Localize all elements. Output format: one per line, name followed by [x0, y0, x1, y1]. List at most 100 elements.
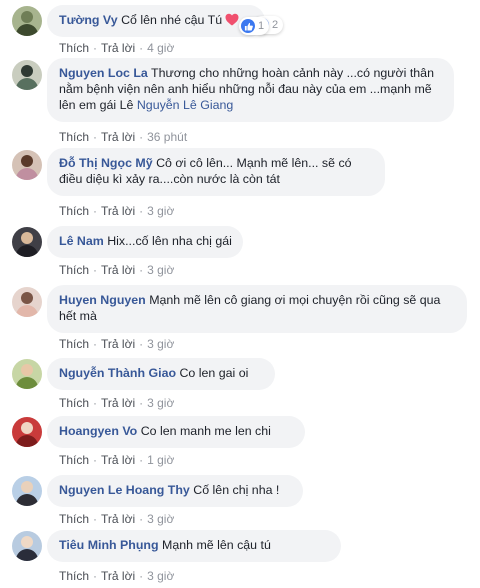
comment-timestamp[interactable]: 4 giờ [147, 41, 174, 55]
comment-actions: Thích · Trả lời · 36 phút [59, 130, 187, 144]
comment-bubble: Huyen Nguyen Mạnh mẽ lên cô giang ơi mọi… [47, 285, 467, 333]
comment-item: Nguyen Le Hoang Thy Cố lên chị nha ! Thíc… [0, 475, 480, 530]
comment-timestamp[interactable]: 3 giờ [147, 263, 174, 277]
like-link[interactable]: Thích [59, 396, 89, 410]
comment-text: Mạnh mẽ lên cậu tú [162, 538, 271, 552]
avatar[interactable] [12, 150, 42, 180]
separator-dot: · [93, 130, 98, 144]
comment-timestamp[interactable]: 1 giờ [147, 453, 174, 467]
separator-dot: · [93, 337, 98, 351]
comment-actions: Thích · Trả lời · 4 giờ [59, 41, 174, 55]
comment-actions: Thích · Trả lời · 3 giờ [59, 204, 174, 218]
separator-dot: · [139, 204, 144, 218]
separator-dot: · [139, 130, 144, 144]
like-link[interactable]: Thích [59, 512, 89, 526]
comment-item: Lê Nam Hix...cố lên nha chị gái Thích · Trả… [0, 226, 480, 281]
comment-actions: Thích · Trả lời · 3 giờ [59, 396, 174, 410]
comment-item: Đỗ Thị Ngọc Mỹ Cô ơi cô lên... Mạnh mẽ l… [0, 148, 480, 222]
avatar[interactable] [12, 359, 42, 389]
comment-timestamp[interactable]: 3 giờ [147, 204, 174, 218]
avatar[interactable] [12, 417, 42, 447]
reply-link[interactable]: Trả lời [101, 337, 135, 351]
avatar[interactable] [12, 531, 42, 561]
comment-timestamp[interactable]: 3 giờ [147, 569, 174, 583]
comment-list: Tường Vy Cổ lên nhé cậu Tú Thích · Trả lời ·… [0, 0, 480, 588]
comment-author[interactable]: Nguyen Le Hoang Thy [59, 483, 190, 497]
separator-dot: · [93, 204, 98, 218]
separator-dot: · [139, 453, 144, 467]
comment-item: Huyen Nguyen Mạnh mẽ lên cô giang ơi mọi… [0, 285, 480, 355]
reply-link[interactable]: Trả lời [101, 263, 135, 277]
comment-bubble: Tường Vy Cổ lên nhé cậu Tú [47, 5, 265, 37]
like-reaction-icon [241, 19, 255, 33]
comment-actions: Thích · Trả lời · 3 giờ [59, 512, 174, 526]
comment-bubble: Nguyen Le Hoang Thy Cố lên chị nha ! [47, 475, 303, 507]
comment-bubble: Hoangyen Vo Co len manh me len chi [47, 416, 305, 448]
comment-author[interactable]: Nguyễn Thành Giao [59, 366, 176, 380]
comment-author[interactable]: Tường Vy [59, 13, 118, 27]
separator-dot: · [93, 569, 98, 583]
reply-link[interactable]: Trả lời [101, 41, 135, 55]
comment-bubble: Tiêu Minh Phụng Mạnh mẽ lên cậu tú [47, 530, 341, 562]
avatar[interactable] [12, 227, 42, 257]
like-link[interactable]: Thích [59, 569, 89, 583]
reply-link[interactable]: Trả lời [101, 453, 135, 467]
comment-timestamp[interactable]: 3 giờ [147, 337, 174, 351]
comment-author[interactable]: Hoangyen Vo [59, 424, 137, 438]
comment-author[interactable]: Đỗ Thị Ngọc Mỹ [59, 156, 153, 170]
comment-author[interactable]: Huyen Nguyen [59, 293, 146, 307]
mention-link[interactable]: Nguyễn Lê Giang [137, 98, 233, 112]
comment-author[interactable]: Tiêu Minh Phụng [59, 538, 159, 552]
separator-dot: · [139, 396, 144, 410]
separator-dot: · [139, 263, 144, 277]
reply-link[interactable]: Trả lời [101, 130, 135, 144]
comment-timestamp[interactable]: 3 giờ [147, 396, 174, 410]
comment-item: Nguyen Loc La Thương cho những hoàn cảnh… [0, 58, 480, 148]
reaction-count-label: 1 [258, 20, 265, 32]
comment-actions: Thích · Trả lời · 1 giờ [59, 453, 174, 467]
like-link[interactable]: Thích [59, 337, 89, 351]
comment-author[interactable]: Lê Nam [59, 234, 104, 248]
separator-dot: · [139, 41, 144, 55]
reply-link[interactable]: Trả lời [101, 204, 135, 218]
like-link[interactable]: Thích [59, 204, 89, 218]
separator-dot: · [93, 396, 98, 410]
separator-dot: · [139, 569, 144, 583]
comment-actions: Thích · Trả lời · 3 giờ [59, 569, 174, 583]
comment-actions: Thích · Trả lời · 3 giờ [59, 263, 174, 277]
separator-dot: · [93, 512, 98, 526]
comment-bubble: Lê Nam Hix...cố lên nha chị gái [47, 226, 243, 258]
like-link[interactable]: Thích [59, 130, 89, 144]
comment-timestamp[interactable]: 36 phút [147, 130, 187, 144]
reaction-count[interactable]: 1 [239, 17, 270, 35]
like-link[interactable]: Thích [59, 41, 89, 55]
separator-dot: · [139, 512, 144, 526]
reply-link[interactable]: Trả lời [101, 396, 135, 410]
like-link[interactable]: Thích [59, 453, 89, 467]
comment-text: Cố lên chị nha ! [193, 483, 280, 497]
avatar[interactable] [12, 60, 42, 90]
separator-dot: · [93, 263, 98, 277]
separator-dot: · [93, 453, 98, 467]
avatar[interactable] [12, 287, 42, 317]
reply-link[interactable]: Trả lời [101, 512, 135, 526]
like-link[interactable]: Thích [59, 263, 89, 277]
comment-text: Cổ lên nhé cậu Tú [121, 13, 223, 27]
separator-dot: · [139, 337, 144, 351]
comment-author[interactable]: Nguyen Loc La [59, 66, 148, 80]
reply-link[interactable]: Trả lời [101, 569, 135, 583]
comment-bubble: Đỗ Thị Ngọc Mỹ Cô ơi cô lên... Mạnh mẽ l… [47, 148, 385, 196]
comment-timestamp[interactable]: 3 giờ [147, 512, 174, 526]
comment-text: Co len manh me len chi [140, 424, 271, 438]
comment-actions: Thích · Trả lời · 3 giờ [59, 337, 174, 351]
avatar[interactable] [12, 476, 42, 506]
comment-item: Tiêu Minh Phụng Mạnh mẽ lên cậu tú Thích ·… [0, 530, 480, 587]
heart-emoji-icon [225, 13, 239, 30]
comment-item: Tường Vy Cổ lên nhé cậu Tú Thích · Trả lời ·… [0, 5, 480, 59]
comment-item: Nguyễn Thành Giao Co len gai oi Thích · Trả… [0, 358, 480, 414]
avatar[interactable] [12, 6, 42, 36]
comment-bubble: Nguyen Loc La Thương cho những hoàn cảnh… [47, 58, 454, 122]
comment-bubble: Nguyễn Thành Giao Co len gai oi [47, 358, 275, 390]
reaction-count-label: 2 [272, 19, 279, 31]
separator-dot: · [93, 41, 98, 55]
